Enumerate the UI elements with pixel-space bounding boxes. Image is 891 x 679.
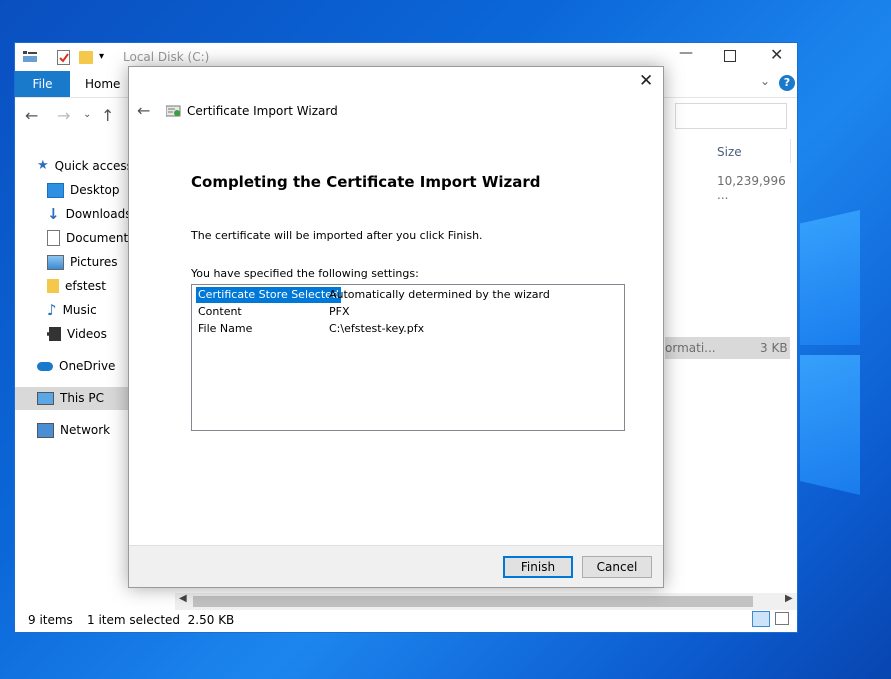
- music-note-icon: ♪: [47, 301, 57, 319]
- star-icon: ★: [37, 158, 49, 173]
- sidebar-item-label: Documents: [66, 231, 135, 245]
- back-arrow-icon[interactable]: ←: [137, 101, 150, 120]
- settings-row[interactable]: Content PFX: [196, 304, 616, 320]
- forward-arrow-icon[interactable]: →: [57, 106, 70, 125]
- sidebar-item-label: Music: [62, 303, 97, 317]
- sidebar-item-music[interactable]: ♪ Music: [47, 299, 97, 321]
- file-size: 3 KB: [760, 341, 788, 355]
- film-icon: [47, 327, 61, 341]
- selected-file-row[interactable]: ormati... 3 KB: [665, 337, 790, 359]
- document-icon: [47, 230, 60, 246]
- desktop-logo-pane-top: [800, 210, 860, 345]
- cancel-button[interactable]: Cancel: [582, 556, 652, 578]
- status-bar: 9 items 1 item selected 2.50 KB: [15, 608, 797, 632]
- close-icon[interactable]: ✕: [770, 45, 783, 64]
- sidebar-item-label: Quick access: [54, 159, 133, 173]
- sidebar-item-downloads[interactable]: ↓ Downloads: [47, 203, 131, 225]
- details-view-icon[interactable]: [752, 611, 770, 627]
- sidebar-item-this-pc[interactable]: This PC: [37, 387, 104, 409]
- sidebar-item-onedrive[interactable]: OneDrive: [37, 355, 115, 377]
- scrollbar-thumb[interactable]: [193, 596, 753, 607]
- sidebar-item-pictures[interactable]: Pictures: [47, 251, 118, 273]
- settings-value: PFX: [329, 305, 350, 318]
- sidebar-item-label: Videos: [67, 327, 107, 341]
- settings-value: Automatically determined by the wizard: [329, 288, 550, 301]
- pictures-icon: [47, 254, 64, 270]
- sidebar-item-label: OneDrive: [59, 359, 116, 373]
- desktop-icon: [47, 182, 64, 198]
- finish-button[interactable]: Finish: [503, 556, 573, 578]
- close-icon[interactable]: ✕: [639, 71, 653, 91]
- window-title: Local Disk (C:): [123, 50, 210, 64]
- cloud-icon: [37, 361, 53, 371]
- sidebar-item-documents[interactable]: Documents: [47, 227, 134, 249]
- sidebar-item-desktop[interactable]: Desktop: [47, 179, 120, 201]
- sidebar-item-videos[interactable]: Videos: [47, 323, 107, 345]
- sidebar-item-label: This PC: [60, 391, 104, 405]
- tab-file[interactable]: File: [15, 71, 70, 97]
- properties-icon[interactable]: [23, 51, 37, 63]
- column-divider: [790, 139, 791, 163]
- network-icon: [37, 422, 54, 438]
- settings-row[interactable]: File Name C:\efstest-key.pfx: [196, 321, 616, 337]
- scroll-right-icon[interactable]: ▶: [785, 593, 793, 604]
- back-arrow-icon[interactable]: ←: [25, 106, 38, 125]
- tab-home[interactable]: Home: [85, 77, 120, 91]
- up-arrow-icon[interactable]: ↑: [101, 106, 114, 125]
- sidebar-item-label: Desktop: [70, 183, 120, 197]
- help-icon[interactable]: ?: [779, 75, 795, 91]
- search-box[interactable]: [675, 103, 787, 129]
- settings-key: Certificate Store Selected: [196, 287, 341, 303]
- sidebar-item-efstest[interactable]: efstest: [47, 275, 106, 297]
- download-arrow-icon: ↓: [47, 205, 60, 223]
- wizard-message: The certificate will be imported after y…: [191, 229, 483, 242]
- new-folder-icon[interactable]: [79, 51, 93, 64]
- certificate-import-wizard-dialog: ✕ ← Certificate Import Wizard Completing…: [128, 66, 664, 588]
- folder-icon: [47, 279, 59, 293]
- file-type: ormati...: [665, 341, 716, 355]
- settings-label: You have specified the following setting…: [191, 267, 419, 280]
- sidebar-item-label: efstest: [65, 279, 106, 293]
- dialog-title: Certificate Import Wizard: [187, 104, 338, 118]
- chevron-down-icon[interactable]: ⌄: [760, 74, 770, 88]
- minimize-icon[interactable]: —: [679, 45, 693, 61]
- dialog-footer: Finish Cancel: [129, 545, 663, 587]
- desktop-logo-pane-bottom: [800, 355, 860, 495]
- certificate-icon: [165, 104, 182, 118]
- wizard-heading: Completing the Certificate Import Wizard: [191, 173, 541, 191]
- status-selection: 1 item selected 2.50 KB: [87, 613, 235, 627]
- scroll-left-icon[interactable]: ◀: [179, 593, 187, 604]
- maximize-icon[interactable]: [724, 50, 736, 62]
- settings-key: File Name: [198, 322, 253, 335]
- settings-value: C:\efstest-key.pfx: [329, 322, 425, 335]
- column-header-size[interactable]: Size: [717, 145, 742, 159]
- settings-key: Content: [198, 305, 242, 318]
- file-size: 10,239,996 ...: [717, 174, 786, 202]
- sidebar-item-network[interactable]: Network: [37, 419, 110, 441]
- sidebar-item-quick-access[interactable]: ★ Quick access: [37, 155, 133, 177]
- checklist-icon[interactable]: [57, 50, 71, 65]
- settings-row[interactable]: Certificate Store Selected Automatically…: [196, 287, 616, 303]
- sidebar-item-label: Network: [60, 423, 111, 437]
- computer-icon: [37, 391, 54, 405]
- sidebar-item-label: Downloads: [65, 207, 132, 221]
- status-item-count: 9 items: [28, 613, 73, 627]
- settings-list[interactable]: Certificate Store Selected Automatically…: [191, 284, 625, 431]
- quick-access-dropdown-icon[interactable]: ▾: [99, 51, 104, 62]
- sidebar-item-label: Pictures: [70, 255, 118, 269]
- large-icons-view-icon[interactable]: [775, 612, 789, 625]
- recent-locations-icon[interactable]: ⌄: [83, 109, 91, 120]
